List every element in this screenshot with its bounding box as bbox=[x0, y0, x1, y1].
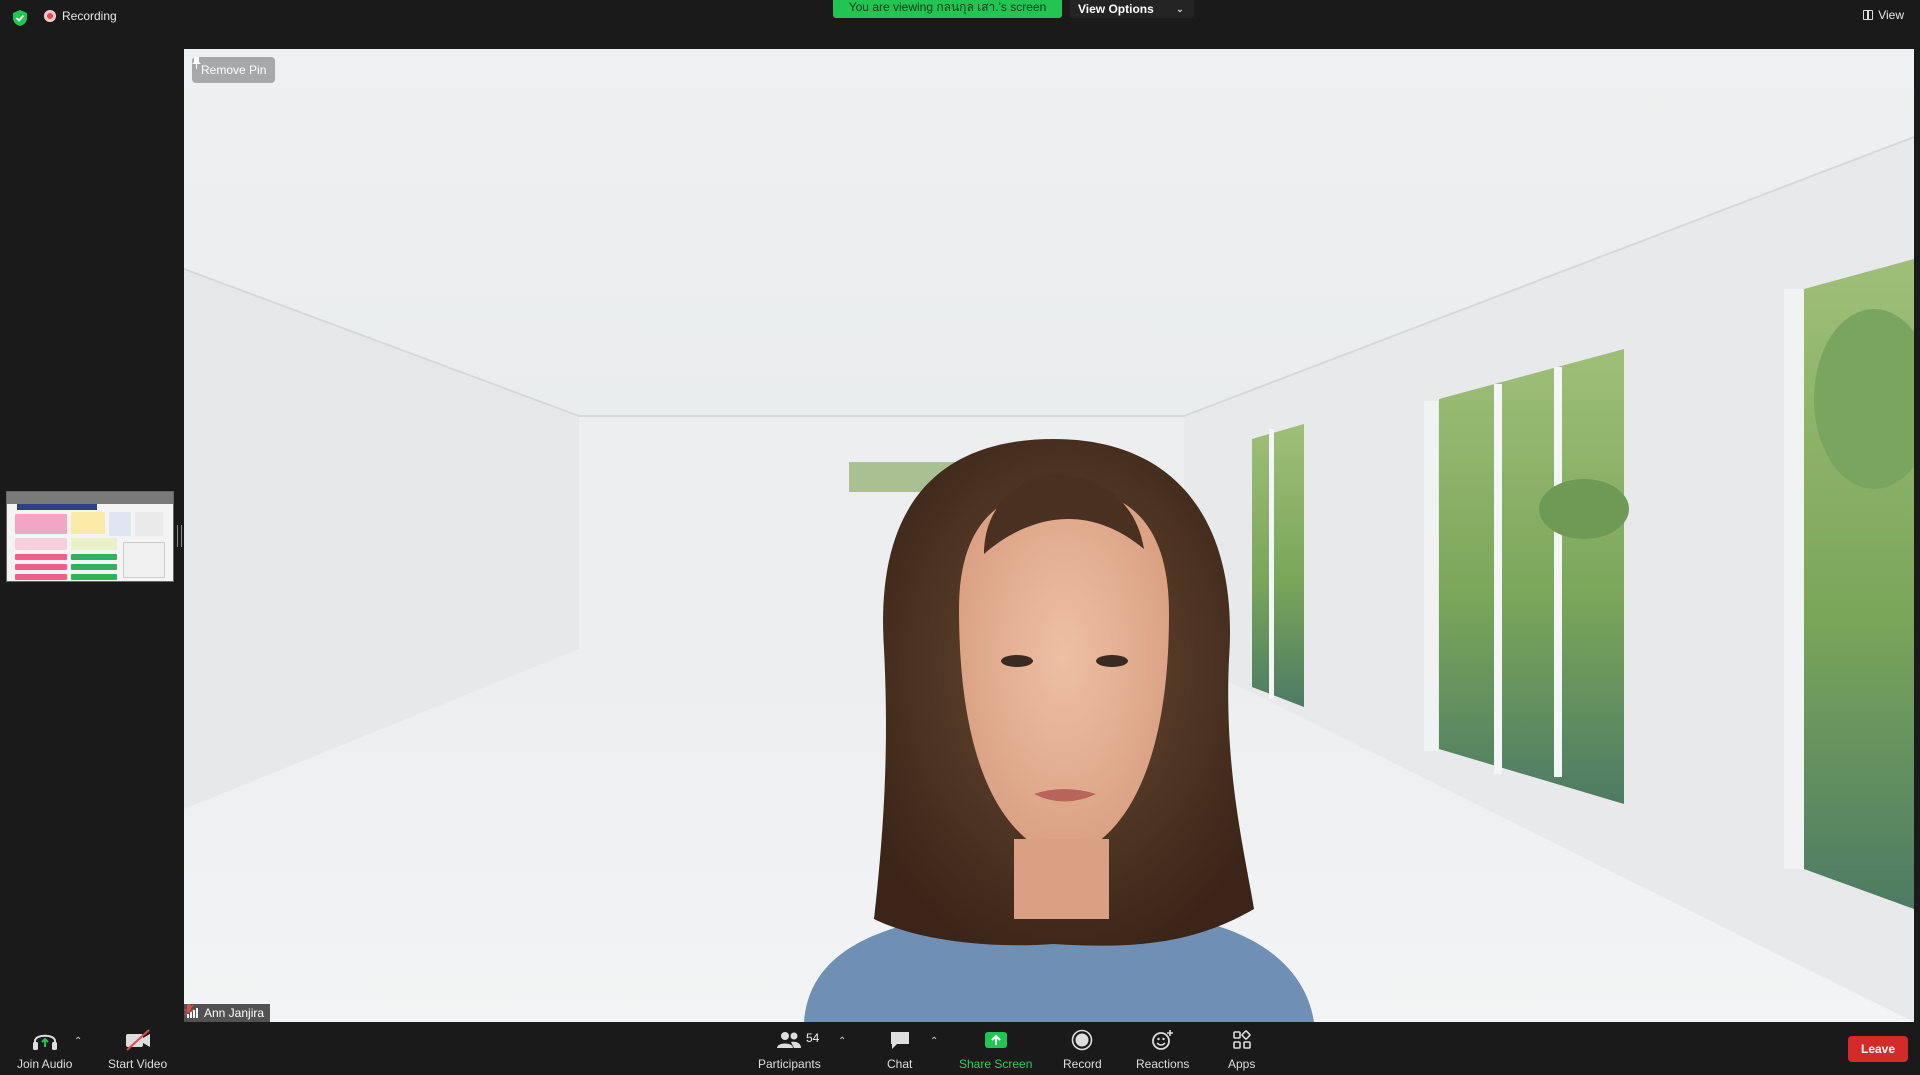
view-options-button[interactable]: View Options ⌄ bbox=[1070, 0, 1195, 18]
chat-icon bbox=[890, 1032, 909, 1049]
reactions-label: Reactions bbox=[1136, 1057, 1190, 1071]
viewing-banner: You are viewing กลนกุล เสา.'s screen bbox=[833, 0, 1062, 18]
chat-options-caret[interactable]: ⌃ bbox=[930, 1036, 938, 1047]
participant-name: Ann Janjira bbox=[204, 1006, 265, 1020]
participants-count: 54 bbox=[806, 1031, 820, 1045]
participants-options-caret[interactable]: ⌃ bbox=[838, 1036, 846, 1047]
apps-label: Apps bbox=[1228, 1057, 1256, 1071]
join-audio-button[interactable]: Join Audio bbox=[17, 1028, 72, 1071]
leave-button[interactable]: Leave bbox=[1848, 1036, 1908, 1062]
join-audio-label: Join Audio bbox=[17, 1057, 73, 1071]
chat-label: Chat bbox=[887, 1057, 913, 1071]
top-bar: Recording You are viewing กลนกุล เสา.'s … bbox=[0, 0, 1920, 35]
reactions-icon bbox=[1151, 1030, 1173, 1050]
view-options-label: View Options bbox=[1078, 2, 1154, 16]
start-video-button[interactable]: Start Video bbox=[108, 1028, 167, 1071]
share-screen-label: Share Screen bbox=[959, 1057, 1033, 1071]
record-button[interactable]: Record bbox=[1063, 1028, 1102, 1071]
view-grid-icon bbox=[1863, 10, 1874, 20]
share-screen-button[interactable]: Share Screen bbox=[959, 1028, 1032, 1071]
start-video-label: Start Video bbox=[108, 1057, 168, 1071]
main-video-tile[interactable]: Remove Pin Ann Janjira bbox=[184, 49, 1914, 1022]
recording-indicator[interactable]: Recording bbox=[44, 9, 117, 23]
participants-label: Participants bbox=[758, 1057, 821, 1071]
recording-label: Recording bbox=[62, 9, 117, 23]
muted-mic-icon bbox=[184, 1004, 194, 1016]
remove-pin-button[interactable]: Remove Pin bbox=[192, 57, 276, 83]
view-button[interactable]: View bbox=[1863, 8, 1904, 22]
video-feed bbox=[184, 49, 1914, 1022]
participants-icon bbox=[777, 1032, 802, 1048]
shield-icon[interactable] bbox=[12, 9, 28, 27]
apps-icon bbox=[1232, 1030, 1251, 1049]
record-icon bbox=[1072, 1029, 1093, 1051]
thumbnail-header bbox=[7, 492, 173, 504]
share-screen-icon bbox=[984, 1032, 1007, 1048]
apps-button[interactable]: Apps bbox=[1228, 1028, 1255, 1071]
chevron-down-icon: ⌄ bbox=[1175, 3, 1185, 15]
audio-options-caret[interactable]: ⌃ bbox=[74, 1036, 82, 1047]
meeting-toolbar: Join Audio ⌃ Start Video Participants 54… bbox=[0, 1022, 1920, 1075]
recording-icon bbox=[44, 10, 56, 22]
headphones-icon bbox=[32, 1034, 57, 1050]
remove-pin-label: Remove Pin bbox=[201, 63, 267, 77]
video-off-icon bbox=[125, 1029, 150, 1051]
chat-button[interactable]: Chat bbox=[887, 1028, 912, 1071]
reactions-button[interactable]: Reactions bbox=[1136, 1028, 1189, 1071]
panel-resize-handle[interactable] bbox=[177, 525, 182, 547]
view-label: View bbox=[1878, 8, 1904, 22]
participant-name-tag: Ann Janjira bbox=[184, 1004, 271, 1022]
shared-screen-thumbnail[interactable] bbox=[6, 491, 174, 582]
record-label: Record bbox=[1063, 1057, 1102, 1071]
pin-icon bbox=[192, 57, 201, 69]
